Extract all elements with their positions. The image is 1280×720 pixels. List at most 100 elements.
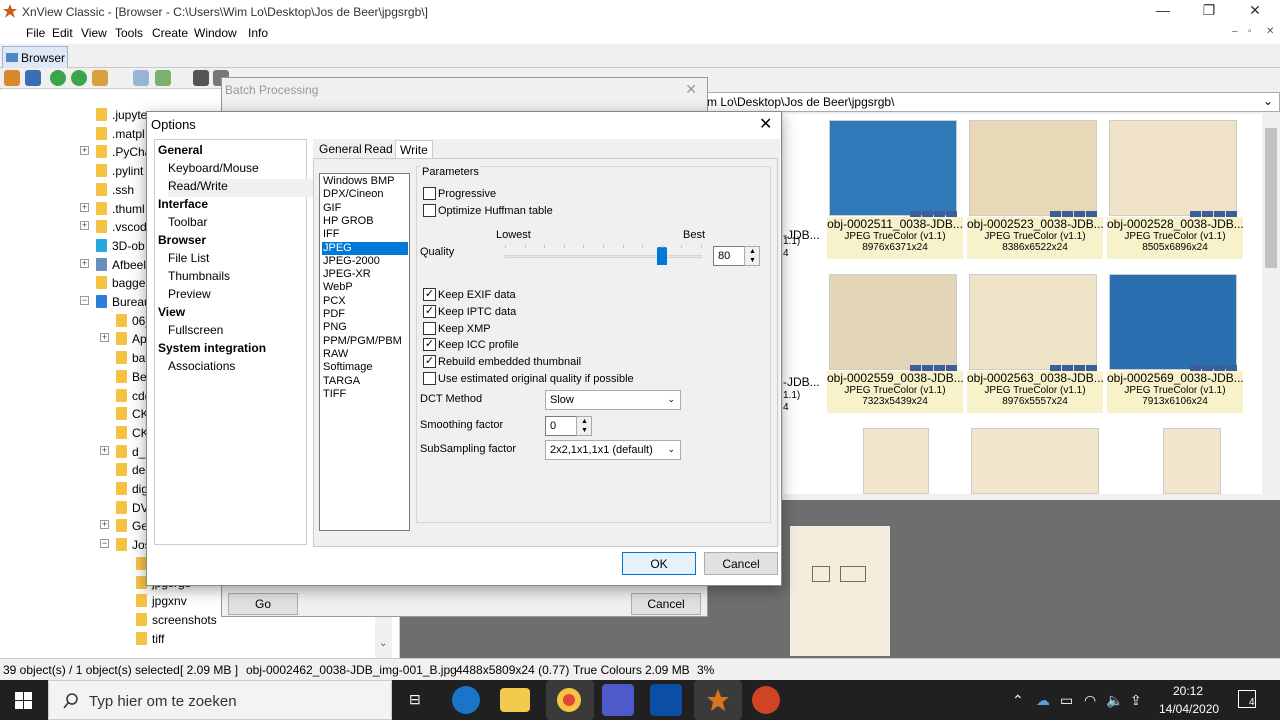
taskbar-search[interactable]: Typ hier om te zoeken xyxy=(48,680,392,720)
quality-slider-thumb[interactable] xyxy=(656,247,667,265)
menu-edit[interactable]: Edit xyxy=(52,26,73,40)
format-item[interactable]: WebP xyxy=(322,281,408,294)
batch-close-icon[interactable]: ✕ xyxy=(685,81,697,98)
clock-time[interactable]: 20:12 xyxy=(1173,684,1203,698)
tab-write[interactable]: Write xyxy=(395,140,433,158)
path-dropdown-icon[interactable]: ⌄ xyxy=(1263,94,1273,108)
mdi-restore-button[interactable]: ▫ xyxy=(1248,26,1252,37)
quality-input[interactable]: 80 xyxy=(713,246,745,266)
menu-file[interactable]: File xyxy=(26,26,45,40)
thumbnail-item[interactable]: obj-0002528_0038-JDB... JPEG TrueColor (v… xyxy=(1107,114,1243,264)
teams-icon[interactable] xyxy=(602,684,634,716)
smoothing-spinner[interactable]: ▲ ▼ xyxy=(576,416,592,436)
progressive-checkbox[interactable] xyxy=(423,187,436,200)
category-item[interactable]: Toolbar xyxy=(168,215,318,233)
menu-create[interactable]: Create xyxy=(152,26,188,40)
format-item[interactable]: TIFF xyxy=(322,388,408,401)
category-item[interactable]: Preview xyxy=(168,287,318,305)
tab-browser[interactable]: Browser xyxy=(2,46,68,68)
tab-general[interactable]: General xyxy=(315,140,366,158)
category-header[interactable]: System integration xyxy=(158,341,308,359)
format-item[interactable]: PPM/PGM/PBM xyxy=(322,335,408,348)
volume-icon[interactable]: 🔈 xyxy=(1106,692,1123,709)
move-icon[interactable] xyxy=(155,70,171,86)
tray-chevron-icon[interactable]: ⌃ xyxy=(1012,692,1024,709)
category-header[interactable]: General xyxy=(158,143,308,161)
format-item[interactable]: TARGA xyxy=(322,375,408,388)
category-item[interactable]: Keyboard/Mouse xyxy=(168,161,318,179)
keep-iptc-checkbox[interactable]: ✓ xyxy=(423,305,436,318)
category-item[interactable]: Associations xyxy=(168,359,318,377)
batch-go-button[interactable]: Go xyxy=(228,593,298,615)
start-button[interactable] xyxy=(0,680,48,720)
format-item[interactable]: Windows BMP xyxy=(322,175,408,188)
thumbnail-item[interactable]: obj-0002563_0038-JDB... JPEG TrueColor (v… xyxy=(967,268,1103,418)
thumbnail-image[interactable] xyxy=(863,428,929,494)
thumbnail-image[interactable] xyxy=(1163,428,1221,494)
category-header[interactable]: Interface xyxy=(158,197,308,215)
folder-up-icon[interactable] xyxy=(92,70,108,86)
expand-icon[interactable]: + xyxy=(100,333,109,343)
forward-icon[interactable] xyxy=(71,70,87,86)
category-header[interactable]: Browser xyxy=(158,233,308,251)
path-combo[interactable]: m Lo\Desktop\Jos de Beer\jpgsrgb\ ⌄ xyxy=(700,92,1280,112)
ok-button[interactable]: OK xyxy=(622,552,696,575)
format-item[interactable]: Softimage xyxy=(322,361,408,374)
optimize-huffman-checkbox[interactable] xyxy=(423,204,436,217)
expand-icon[interactable]: − xyxy=(80,296,89,305)
thumbnail-scrollbar[interactable] xyxy=(1262,114,1280,494)
options-close-icon[interactable]: ✕ xyxy=(759,114,772,134)
format-item[interactable]: RAW xyxy=(322,348,408,361)
format-item[interactable]: JPEG-2000 xyxy=(322,255,408,268)
file-explorer-icon[interactable] xyxy=(500,688,530,712)
thumbnail-item[interactable]: obj-0002569_0038-JDB... JPEG TrueColor (v… xyxy=(1107,268,1243,418)
thumbnail-item[interactable]: obj-0002559_0038-JDB... JPEG TrueColor (v… xyxy=(827,268,963,418)
minimize-button[interactable]: — xyxy=(1140,2,1186,22)
tree-item[interactable]: tiff xyxy=(136,630,375,649)
battery-icon[interactable]: ▭ xyxy=(1060,692,1073,709)
task-view-icon[interactable]: ⊟ xyxy=(400,684,432,716)
menu-tools[interactable]: Tools xyxy=(115,26,143,40)
maximize-button[interactable]: ❐ xyxy=(1186,2,1232,22)
format-item[interactable]: PNG xyxy=(322,321,408,334)
scroll-thumb[interactable] xyxy=(1265,128,1277,268)
open-icon[interactable] xyxy=(4,70,20,86)
copy-icon[interactable] xyxy=(133,70,149,86)
expand-icon[interactable]: + xyxy=(80,258,89,268)
format-item[interactable]: JPEG-XR xyxy=(322,268,408,281)
keep-icc-checkbox[interactable]: ✓ xyxy=(423,338,436,351)
cancel-button[interactable]: Cancel xyxy=(704,552,778,575)
expand-icon[interactable]: + xyxy=(80,221,89,231)
rebuild-thumbnail-checkbox[interactable]: ✓ xyxy=(423,355,436,368)
format-item[interactable]: IFF xyxy=(322,228,408,241)
quality-slider-track[interactable] xyxy=(504,255,702,258)
thumbnail-item[interactable]: obj-0002511_0038-JDB... JPEG TrueColor (v… xyxy=(827,114,963,264)
wifi-icon[interactable]: ◠ xyxy=(1084,692,1096,709)
close-button[interactable]: ✕ xyxy=(1232,2,1278,22)
mdi-minimize-button[interactable]: – xyxy=(1232,26,1238,37)
thumbnail-image[interactable] xyxy=(971,428,1099,494)
format-item[interactable]: GIF xyxy=(322,202,408,215)
subsampling-select[interactable]: 2x2,1x1,1x1 (default) ⌄ xyxy=(545,440,681,460)
powerpoint-icon[interactable] xyxy=(752,686,780,714)
dct-method-select[interactable]: Slow ⌄ xyxy=(545,390,681,410)
upload-icon[interactable]: ⇪ xyxy=(1130,692,1142,709)
chrome-taskbar-button[interactable] xyxy=(546,680,594,720)
xnview-taskbar-button[interactable] xyxy=(694,680,742,720)
quality-spinner[interactable]: ▲ ▼ xyxy=(744,246,760,266)
expand-icon[interactable]: + xyxy=(80,146,89,156)
tab-read[interactable]: Read xyxy=(360,140,397,158)
expand-icon[interactable]: + xyxy=(80,202,89,212)
fullscreen-icon[interactable] xyxy=(25,70,41,86)
edge-icon[interactable] xyxy=(452,686,480,714)
back-icon[interactable] xyxy=(50,70,66,86)
category-item[interactable]: Read/Write xyxy=(168,179,318,197)
estimated-quality-checkbox[interactable] xyxy=(423,372,436,385)
category-header[interactable]: View xyxy=(158,305,308,323)
menu-info[interactable]: Info xyxy=(248,26,268,40)
format-item[interactable]: JPEG xyxy=(322,241,408,255)
expand-icon[interactable]: + xyxy=(100,520,109,530)
keep-xmp-checkbox[interactable] xyxy=(423,322,436,335)
thumbnail-item[interactable]: obj-0002523_0038-JDB... JPEG TrueColor (v… xyxy=(967,114,1103,264)
clock-date[interactable]: 14/04/2020 xyxy=(1159,702,1219,716)
